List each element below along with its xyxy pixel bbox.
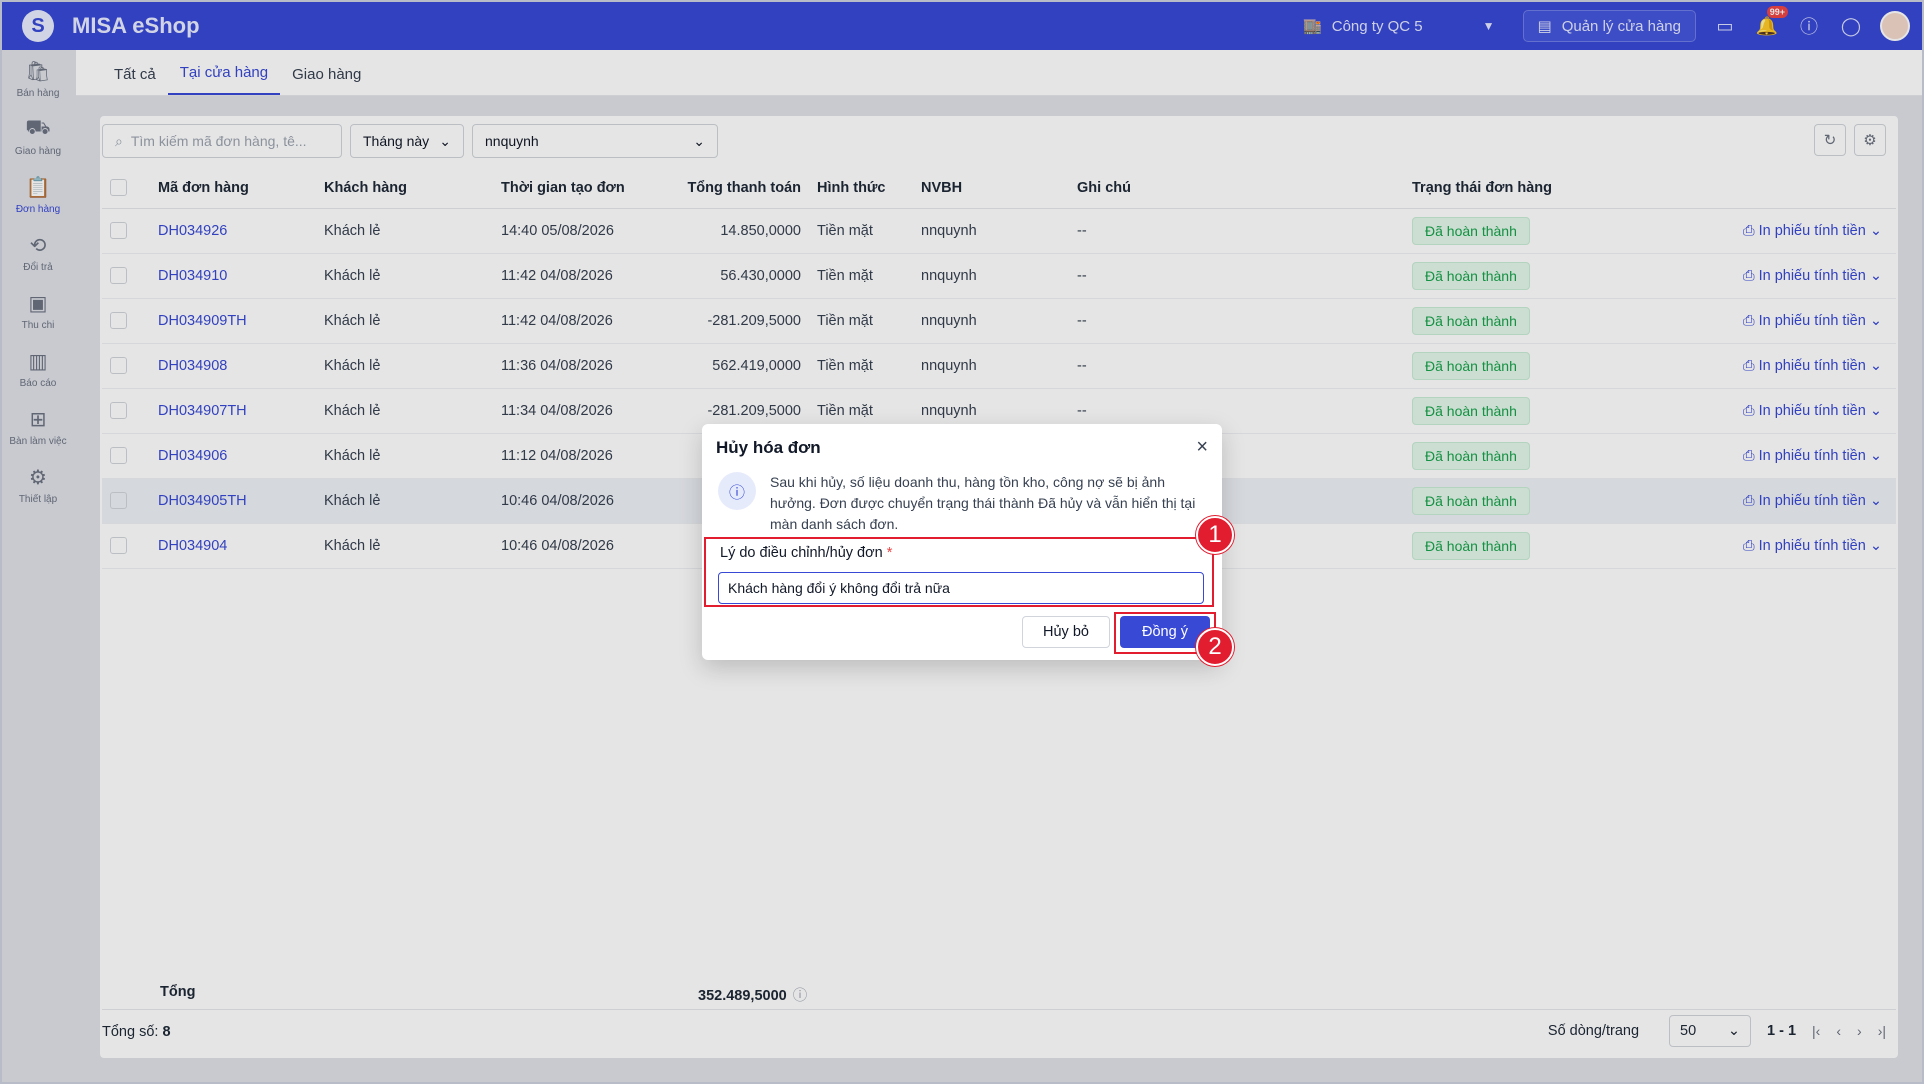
annotation-box-reason [704,537,1214,607]
cancel-button[interactable]: Hủy bỏ [1022,616,1110,648]
annotation-marker-2: 2 [1196,628,1234,666]
info-message: ⓘ Sau khi hủy, số liệu doanh thu, hàng t… [718,472,1200,535]
dialog-title: Hủy hóa đơn [716,438,821,457]
info-text: Sau khi hủy, số liệu doanh thu, hàng tồn… [770,474,1196,532]
info-icon: ⓘ [718,472,756,510]
annotation-marker-1: 1 [1196,516,1234,554]
close-icon[interactable]: × [1196,436,1208,459]
